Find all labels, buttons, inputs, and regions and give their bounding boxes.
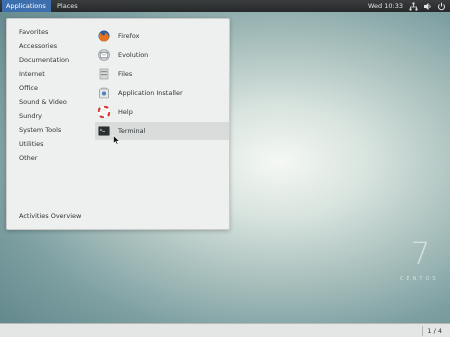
app-label: Evolution	[118, 51, 149, 59]
app-label: Application Installer	[118, 89, 183, 97]
app-label: Firefox	[118, 32, 140, 40]
mouse-pointer-icon	[113, 134, 121, 147]
evolution-icon	[98, 49, 110, 61]
app-label: Files	[118, 70, 133, 78]
applications-menu: Favorites Accessories Documentation Inte…	[6, 18, 230, 230]
workspace-indicator[interactable]: 1 / 4	[422, 326, 446, 336]
clock[interactable]: Wed 10:33	[368, 0, 403, 12]
category-internet[interactable]: Internet	[19, 69, 45, 79]
category-documentation[interactable]: Documentation	[19, 55, 69, 65]
category-favorites[interactable]: Favorites	[19, 27, 48, 37]
volume-icon	[423, 2, 432, 11]
terminal-icon	[98, 125, 110, 137]
category-sound-video[interactable]: Sound & Video	[19, 97, 67, 107]
power-icon	[437, 2, 446, 11]
installer-icon	[98, 87, 110, 99]
app-evolution[interactable]: Evolution	[95, 46, 229, 64]
app-files[interactable]: Files	[95, 65, 229, 83]
category-other[interactable]: Other	[19, 153, 37, 163]
app-firefox[interactable]: Firefox	[95, 27, 229, 45]
app-label: Help	[118, 108, 133, 116]
category-office[interactable]: Office	[19, 83, 38, 93]
activities-overview-link[interactable]: Activities Overview	[19, 212, 81, 220]
category-utilities[interactable]: Utilities	[19, 139, 43, 149]
help-icon	[97, 105, 111, 119]
centos-logo-number: 7	[411, 237, 431, 272]
category-system-tools[interactable]: System Tools	[19, 125, 61, 135]
app-application-installer[interactable]: Application Installer	[95, 84, 229, 102]
places-menu-button[interactable]: Places	[53, 0, 81, 12]
files-icon	[98, 68, 110, 80]
app-label: Terminal	[118, 127, 146, 135]
top-bar: Applications Places Wed 10:33	[0, 0, 450, 12]
bottom-bar: 1 / 4	[0, 323, 450, 337]
system-status-area[interactable]	[409, 1, 446, 11]
applications-menu-button[interactable]: Applications	[2, 0, 51, 12]
network-icon	[409, 2, 418, 11]
app-help[interactable]: Help	[95, 103, 229, 121]
category-sundry[interactable]: Sundry	[19, 111, 42, 121]
firefox-icon	[98, 30, 110, 42]
category-accessories[interactable]: Accessories	[19, 41, 57, 51]
centos-logo-text: CENTOS	[400, 276, 439, 282]
